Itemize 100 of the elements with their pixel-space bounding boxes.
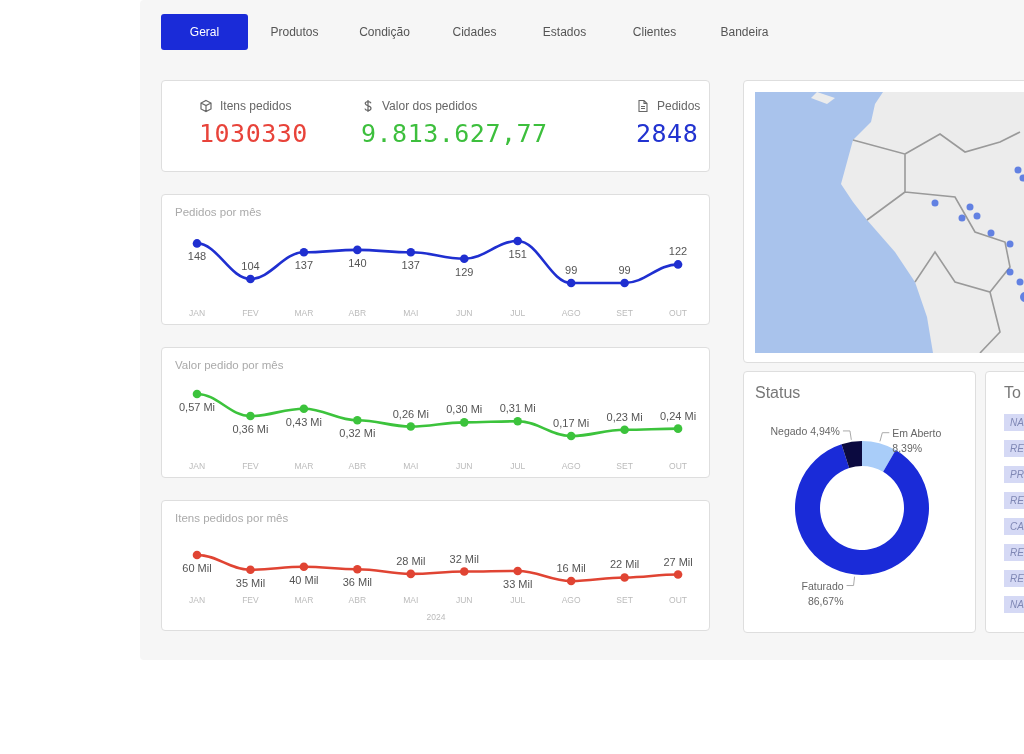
- value-label: 0,30 Mi: [446, 403, 483, 416]
- data-point: [246, 565, 255, 575]
- value-label: 60 Mil: [182, 562, 212, 574]
- kpi-label: Pedidos: [657, 99, 701, 113]
- leader-line: [842, 430, 852, 441]
- leader-line: [846, 576, 856, 587]
- document-icon: [636, 99, 650, 113]
- value-label: 99: [565, 264, 578, 276]
- tab[interactable]: Condição: [341, 14, 428, 50]
- tab[interactable]: Clientes: [611, 14, 698, 50]
- slice-value: 8,39%: [892, 441, 923, 454]
- kpi-label: Itens pedidos: [220, 99, 292, 113]
- value-label: 28 Mil: [396, 554, 426, 567]
- data-point: [673, 260, 683, 269]
- tab[interactable]: Produtos: [251, 14, 338, 50]
- tab[interactable]: Geral: [161, 14, 248, 50]
- value-label: 140: [348, 256, 367, 269]
- month-label: ABR: [348, 595, 367, 605]
- data-point: [246, 274, 255, 284]
- chart-title: Valor pedido por mês: [175, 359, 285, 371]
- month-label: ABR: [348, 461, 367, 471]
- data-point: [513, 417, 522, 426]
- value-label: 0,23 Mi: [606, 410, 643, 423]
- month-label: MAI: [403, 595, 419, 605]
- value-label: 27 Mil: [663, 555, 693, 568]
- data-point: [299, 248, 309, 257]
- month-label: JUL: [510, 595, 526, 605]
- data-point: [406, 248, 416, 257]
- tab[interactable]: Bandeira: [701, 14, 788, 50]
- top-title: To: [1004, 384, 1022, 402]
- month-label: JUL: [510, 461, 526, 471]
- month-label: JAN: [188, 308, 206, 318]
- data-point: [620, 573, 629, 582]
- month-label: MAR: [294, 308, 314, 318]
- month-label: OUT: [669, 595, 688, 605]
- value-label: 104: [241, 259, 260, 272]
- data-point: [566, 431, 576, 441]
- data-point: [459, 567, 469, 576]
- cube-icon: [199, 99, 213, 113]
- value-label: 129: [455, 265, 474, 278]
- data-point: [620, 425, 629, 434]
- tag: CA: [1004, 518, 1024, 535]
- kpi-value: 2848: [636, 119, 700, 148]
- slice-label: Faturado: [801, 579, 844, 592]
- value-label: 32 Mil: [449, 552, 479, 565]
- tag: RE: [1004, 544, 1024, 561]
- value-label: 0,31 Mi: [499, 402, 536, 415]
- tag: PR: [1004, 466, 1024, 483]
- value-label: 0,36 Mi: [232, 423, 269, 436]
- value-label: 33 Mil: [503, 577, 533, 590]
- month-label: JAN: [188, 461, 206, 471]
- data-point: [459, 418, 469, 427]
- data-point: [192, 239, 202, 248]
- data-point: [406, 569, 416, 579]
- chart-title: Pedidos por mês: [175, 206, 263, 218]
- month-label: SET: [616, 308, 633, 318]
- value-label: 137: [401, 259, 420, 272]
- tab[interactable]: Estados: [521, 14, 608, 50]
- month-label: MAI: [403, 308, 419, 318]
- month-label: FEV: [242, 461, 259, 471]
- slice-value: 86,67%: [807, 594, 844, 607]
- value-label: 137: [294, 259, 314, 272]
- month-label: JAN: [188, 595, 206, 605]
- data-point: [406, 422, 416, 431]
- kpi-value: 9.813.627,77: [361, 119, 549, 148]
- tag: RE: [1004, 492, 1024, 509]
- data-point: [513, 566, 522, 576]
- month-label: JUN: [456, 308, 473, 318]
- month-label: FEV: [242, 308, 259, 318]
- tab[interactable]: Cidades: [431, 14, 518, 50]
- value-label: 122: [668, 245, 688, 258]
- tag: RE: [1004, 570, 1024, 587]
- kpi-label: Valor dos pedidos: [382, 99, 478, 113]
- data-point: [673, 424, 683, 433]
- month-label: JUN: [456, 595, 473, 605]
- value-label: 0,57 Mi: [178, 401, 216, 413]
- data-point: [566, 576, 576, 586]
- data-point: [353, 415, 362, 425]
- slice-label: Em Aberto: [892, 426, 942, 439]
- month-label: MAR: [294, 595, 314, 605]
- kpi-value: 1030330: [199, 119, 309, 148]
- value-label: 0,32 Mi: [339, 427, 376, 440]
- leader-line: [879, 432, 890, 442]
- month-label: JUN: [456, 461, 473, 471]
- data-point: [246, 411, 255, 421]
- value-label: 40 Mil: [289, 573, 319, 586]
- month-label: OUT: [669, 308, 688, 318]
- month-label: FEV: [242, 595, 259, 605]
- data-point: [299, 404, 309, 413]
- month-label: AGO: [561, 595, 581, 605]
- value-label: 0,24 Mi: [660, 409, 697, 422]
- value-label: 151: [508, 248, 527, 260]
- value-label: 35 Mil: [235, 576, 266, 589]
- data-point: [459, 254, 469, 264]
- data-point: [513, 236, 522, 246]
- slice-label: Negado 4,94%: [770, 424, 840, 437]
- month-label: AGO: [561, 308, 581, 318]
- year-label: 2024: [426, 612, 446, 622]
- value-label: 0,17 Mi: [553, 417, 590, 429]
- data-point: [673, 570, 683, 579]
